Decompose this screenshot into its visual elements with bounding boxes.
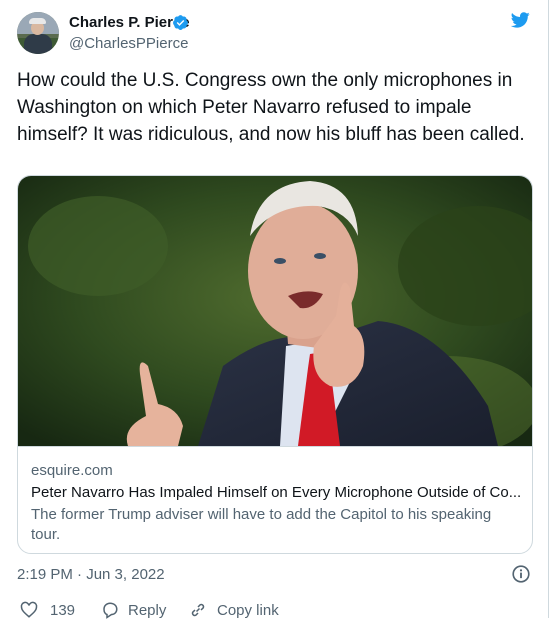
verified-badge-icon bbox=[173, 15, 188, 30]
heart-icon bbox=[20, 601, 38, 618]
card-description: The former Trump adviser will have to ad… bbox=[31, 506, 492, 543]
article-photo[interactable] bbox=[18, 176, 532, 446]
info-icon[interactable] bbox=[510, 563, 532, 585]
card-title: Peter Navarro Has Impaled Himself on Eve… bbox=[31, 484, 521, 501]
author-handle[interactable]: @CharlesPPierce bbox=[69, 34, 188, 53]
reply-icon bbox=[103, 602, 118, 619]
link-card[interactable]: esquire.com Peter Navarro Has Impaled Hi… bbox=[17, 175, 533, 554]
like-count: 139 bbox=[50, 602, 76, 619]
card-meta[interactable]: esquire.com Peter Navarro Has Impaled Hi… bbox=[18, 446, 532, 553]
card-domain: esquire.com bbox=[31, 462, 113, 479]
copy-link-label: Copy link bbox=[217, 602, 279, 619]
avatar[interactable] bbox=[17, 12, 59, 54]
tweet-embed: Charles P. Pierce @CharlesPPierce How co… bbox=[0, 0, 550, 619]
reply-label: Reply bbox=[128, 602, 167, 619]
twitter-bird-icon[interactable] bbox=[508, 10, 532, 30]
tweet-timestamp[interactable]: 2:19 PM · Jun 3, 2022 bbox=[17, 565, 165, 584]
tweet-text: How could the U.S. Congress own the only… bbox=[17, 70, 525, 145]
action-bar: 139 Reply Copy link bbox=[0, 598, 550, 619]
copy-link-icon bbox=[191, 603, 205, 617]
